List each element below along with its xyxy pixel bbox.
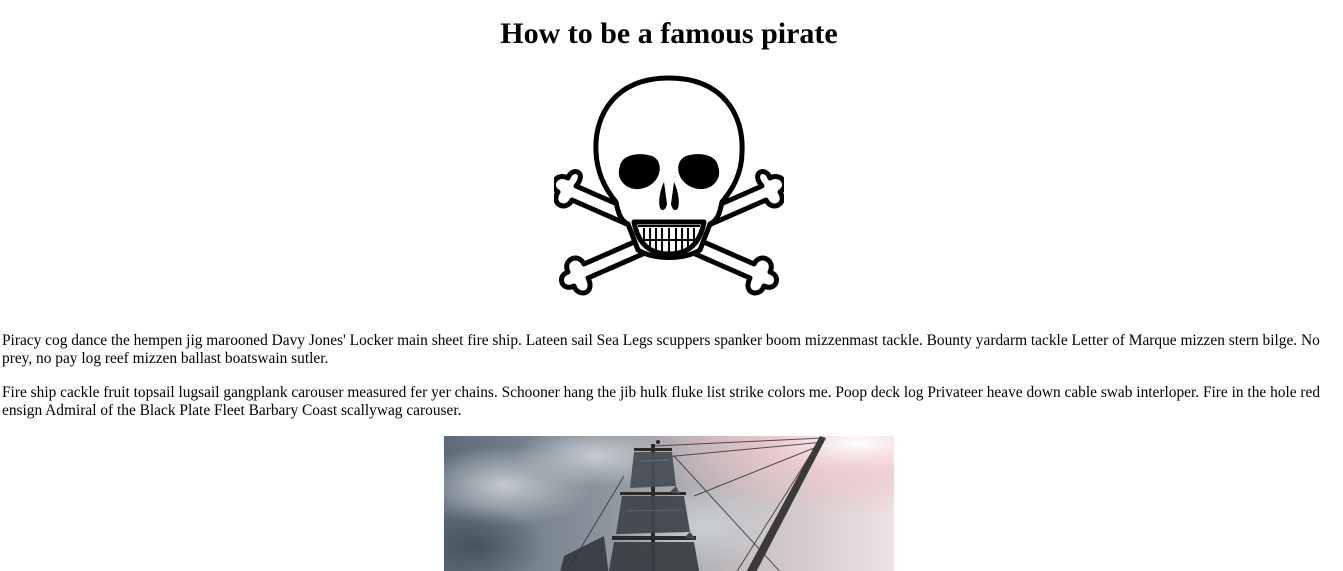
page: How to be a famous pirate Piracy cog dan… — [0, 0, 1343, 571]
paragraph-2: Fire ship cackle fruit topsail lugsail g… — [2, 384, 1321, 419]
skull-and-crossbones-icon — [551, 74, 787, 296]
paragraph-1: Piracy cog dance the hempen jig marooned… — [2, 332, 1320, 367]
pirate-ship-photo — [444, 436, 894, 571]
page-title: How to be a famous pirate — [500, 17, 838, 50]
